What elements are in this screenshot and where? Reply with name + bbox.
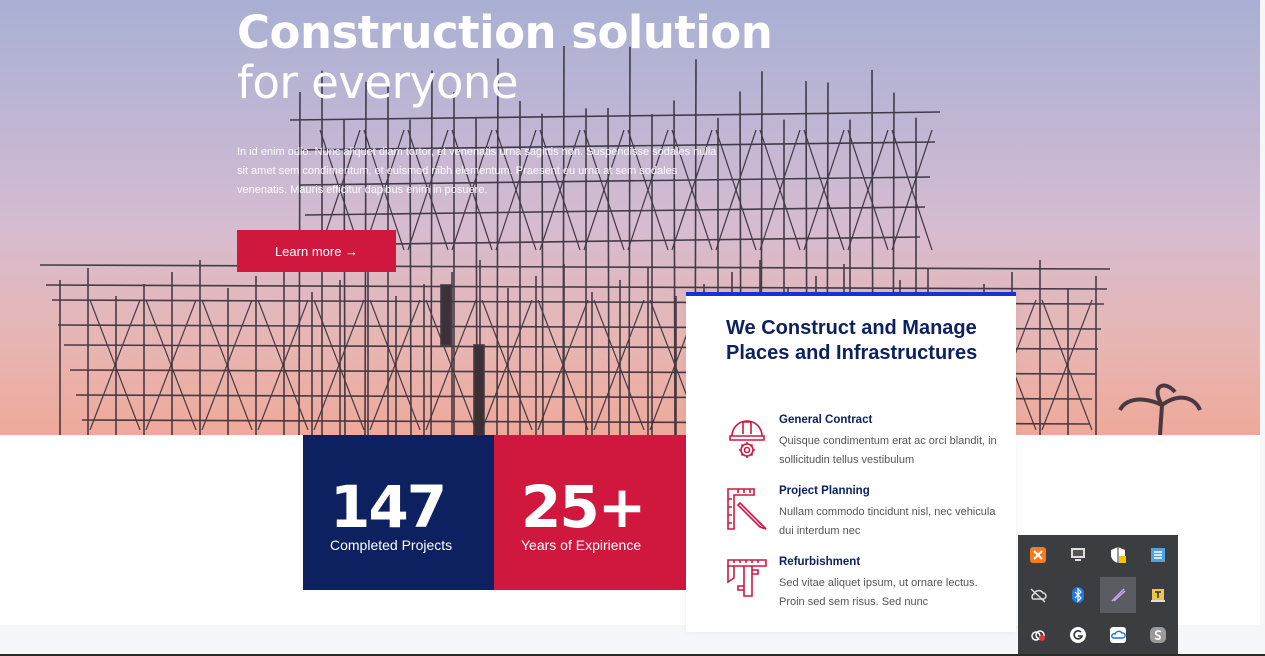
stat-label: Years of Expirience xyxy=(521,537,642,553)
hero-section: Construction solution for everyone In id… xyxy=(0,0,1260,435)
xampp-icon[interactable] xyxy=(1020,537,1056,573)
hero-description: In id enim odio. Nunc aliquet diam torto… xyxy=(237,146,717,196)
service-description: Quisque condimentum erat ac orci blandit… xyxy=(779,435,997,466)
bluetooth-icon[interactable] xyxy=(1060,577,1096,613)
learn-more-button[interactable]: Learn more → xyxy=(237,230,396,272)
creative-cloud-icon[interactable] xyxy=(1020,617,1056,653)
t-app-icon[interactable] xyxy=(1140,577,1176,613)
service-description: Nullam commodo tincidunt nisl, nec vehic… xyxy=(779,506,996,537)
services-card: We Construct and Manage Places and Infra… xyxy=(686,292,1016,632)
s-app-icon[interactable] xyxy=(1140,617,1176,653)
stat-years-experience: 25+ Years of Expirience xyxy=(494,435,686,590)
stat-completed-projects: 147 Completed Projects xyxy=(303,435,494,590)
stat-number: 147 xyxy=(330,473,447,541)
pen-icon[interactable] xyxy=(1100,577,1136,613)
shield-warning-icon[interactable] xyxy=(1100,537,1136,573)
services-card-title: We Construct and Manage Places and Infra… xyxy=(726,317,978,364)
cloud-off-icon[interactable] xyxy=(1020,577,1056,613)
network-settings-icon[interactable] xyxy=(1140,537,1176,573)
grammarly-icon[interactable] xyxy=(1060,617,1096,653)
hero-title-line2: for everyone xyxy=(237,56,519,110)
onedrive-icon[interactable] xyxy=(1100,617,1136,653)
stat-label: Completed Projects xyxy=(330,537,453,553)
helmet-gear-icon xyxy=(729,420,765,458)
caliper-icon xyxy=(727,559,767,597)
ruler-pencil-icon xyxy=(727,488,767,530)
hero-title-line1: Construction solution xyxy=(237,6,773,59)
service-description: Sed vitae aliquet ipsum, ut ornare lectu… xyxy=(779,577,978,608)
stat-number: 25+ xyxy=(521,473,646,541)
service-name: General Contract xyxy=(779,414,873,426)
display-icon[interactable] xyxy=(1060,537,1096,573)
service-name: Refurbishment xyxy=(779,556,861,568)
page: Construction solution for everyone In id… xyxy=(0,0,1265,656)
system-tray-overflow xyxy=(1018,535,1178,656)
hero-title: Construction solution for everyone xyxy=(237,6,773,110)
service-name: Project Planning xyxy=(779,485,870,497)
